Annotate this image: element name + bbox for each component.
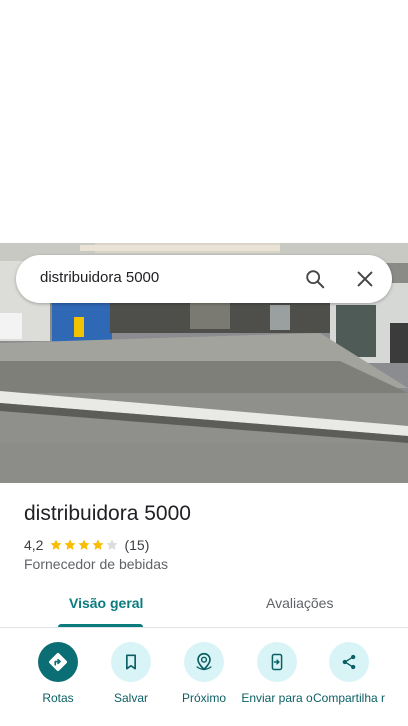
send-to-phone-icon [257,642,297,682]
close-icon[interactable] [354,268,376,290]
rating-row[interactable]: 4,2 (15) [24,536,149,554]
action-bar: Rotas Salvar Próximo Enviar para o Compa… [0,642,408,726]
nearby-button[interactable]: Próximo [164,642,244,706]
tab-bar: Visão geral Avaliações [0,585,408,628]
bookmark-icon [111,642,151,682]
place-title: distribuidora 5000 [24,502,191,525]
star-icon [64,539,77,550]
star-rating [49,538,119,552]
tab-reviews[interactable]: Avaliações [266,595,333,611]
star-icon [50,539,63,550]
search-bar[interactable]: distribuidora 5000 [16,255,392,303]
search-icon[interactable] [304,268,326,290]
nearby-label: Próximo [181,691,226,705]
directions-label: Rotas [42,691,74,705]
save-label: Salvar [113,691,148,705]
send-to-phone-button[interactable]: Enviar para o [237,642,317,706]
star-icon [92,539,105,550]
nearby-icon [184,642,224,682]
place-category: Fornecedor de bebidas [24,556,168,572]
review-count[interactable]: (15) [124,537,149,553]
directions-button[interactable]: Rotas [18,642,98,706]
map-blank-area [0,0,408,243]
send-to-phone-label: Enviar para o [241,691,313,705]
share-icon [329,642,369,682]
share-label: Compartilha r [312,691,386,705]
active-tab-indicator [58,624,143,627]
save-button[interactable]: Salvar [91,642,171,706]
directions-icon [38,642,78,682]
tab-overview[interactable]: Visão geral [69,595,143,611]
share-button[interactable]: Compartilha r [309,642,389,706]
star-icon [106,539,119,550]
rating-value: 4,2 [24,537,44,553]
search-input[interactable]: distribuidora 5000 [40,269,159,286]
star-icon [78,539,91,550]
